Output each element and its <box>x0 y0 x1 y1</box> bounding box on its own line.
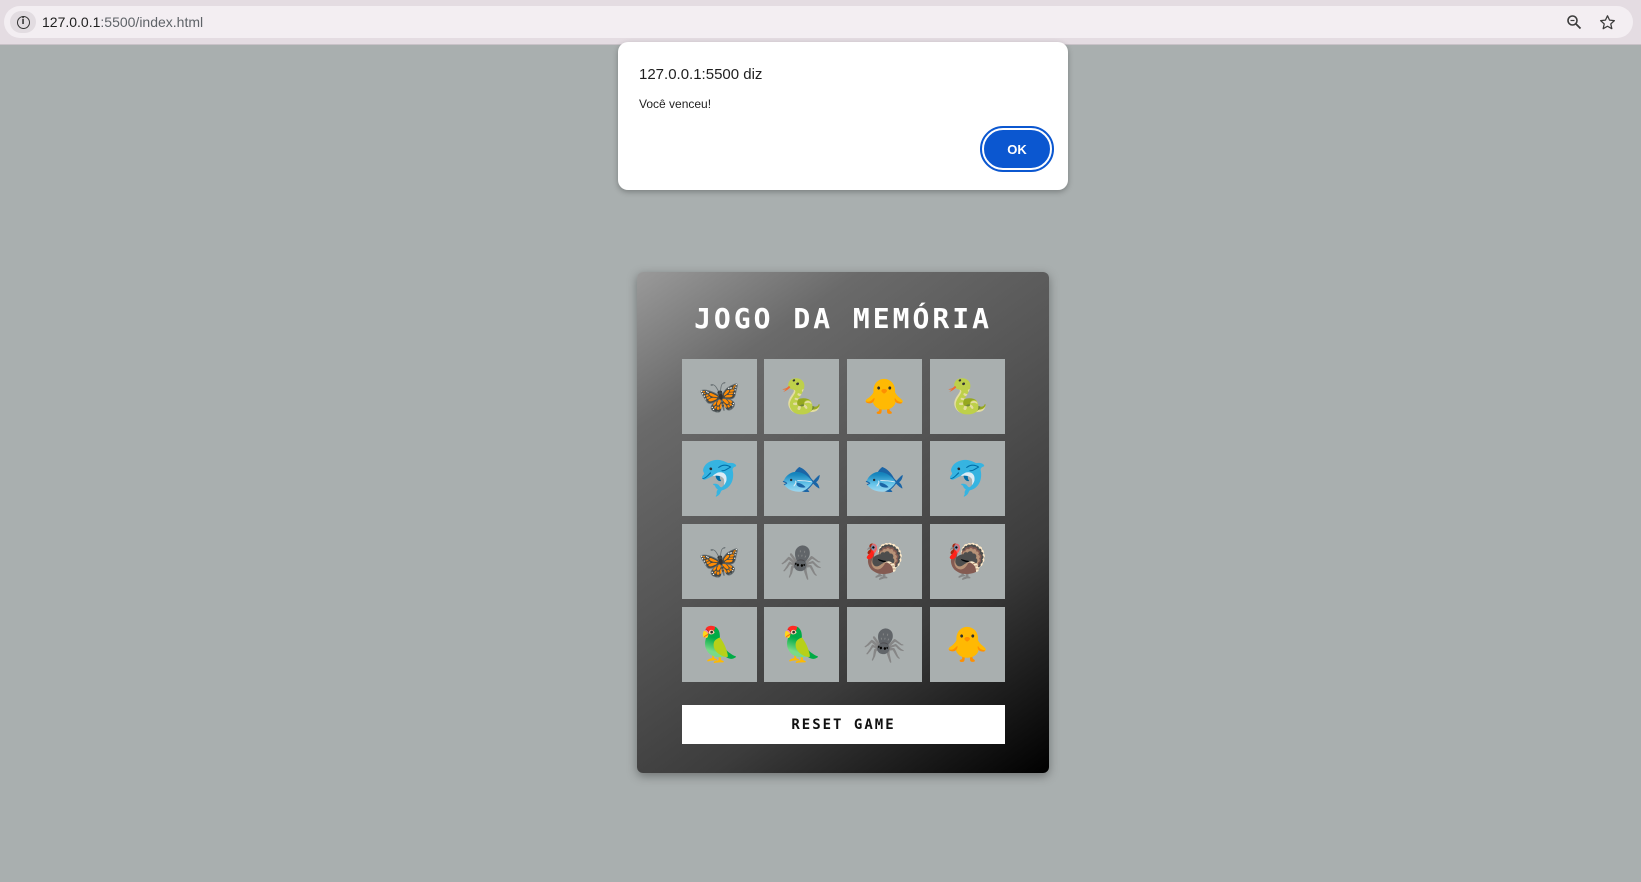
url-path: :5500/index.html <box>100 14 204 30</box>
card-chick[interactable]: 🐥 <box>930 607 1005 682</box>
browser-toolbar: i 127.0.0.1:5500/index.html <box>0 0 1641 45</box>
url-host: 127.0.0.1 <box>42 14 101 30</box>
address-bar[interactable]: i 127.0.0.1:5500/index.html <box>4 6 1633 38</box>
card-dolphin[interactable]: 🐬 <box>682 441 757 516</box>
site-info-button[interactable]: i <box>10 11 36 33</box>
card-grid: 🦋 🐍 🐥 🐍 🐬 🐟 🐟 🐬 🦋 🕷️ 🦃 🦃 🦜 🦜 🕷️ 🐥 <box>682 359 1005 682</box>
card-chick[interactable]: 🐥 <box>847 359 922 434</box>
card-butterfly[interactable]: 🦋 <box>682 524 757 599</box>
card-parrot[interactable]: 🦜 <box>764 607 839 682</box>
card-parrot[interactable]: 🦜 <box>682 607 757 682</box>
game-container: JOGO DA MEMÓRIA 🦋 🐍 🐥 🐍 🐬 🐟 🐟 🐬 🦋 🕷️ 🦃 🦃… <box>637 272 1049 773</box>
card-spider[interactable]: 🕷️ <box>764 524 839 599</box>
card-turkey[interactable]: 🦃 <box>847 524 922 599</box>
card-spider[interactable]: 🕷️ <box>847 607 922 682</box>
info-icon: i <box>16 15 30 29</box>
reset-game-button[interactable]: RESET GAME <box>682 705 1005 744</box>
alert-title: 127.0.0.1:5500 diz <box>639 66 763 83</box>
card-dolphin[interactable]: 🐬 <box>930 441 1005 516</box>
alert-message: Você venceu! <box>639 97 712 111</box>
url-text[interactable]: 127.0.0.1:5500/index.html <box>42 14 203 30</box>
star-icon[interactable] <box>1597 12 1617 32</box>
card-fish[interactable]: 🐟 <box>764 441 839 516</box>
card-turkey[interactable]: 🦃 <box>930 524 1005 599</box>
card-butterfly[interactable]: 🦋 <box>682 359 757 434</box>
alert-dialog: 127.0.0.1:5500 diz Você venceu! OK <box>618 42 1068 190</box>
game-title: JOGO DA MEMÓRIA <box>694 302 992 335</box>
card-snake[interactable]: 🐍 <box>930 359 1005 434</box>
ok-button[interactable]: OK <box>980 126 1054 172</box>
zoom-icon[interactable] <box>1564 12 1584 32</box>
card-fish[interactable]: 🐟 <box>847 441 922 516</box>
card-snake[interactable]: 🐍 <box>764 359 839 434</box>
